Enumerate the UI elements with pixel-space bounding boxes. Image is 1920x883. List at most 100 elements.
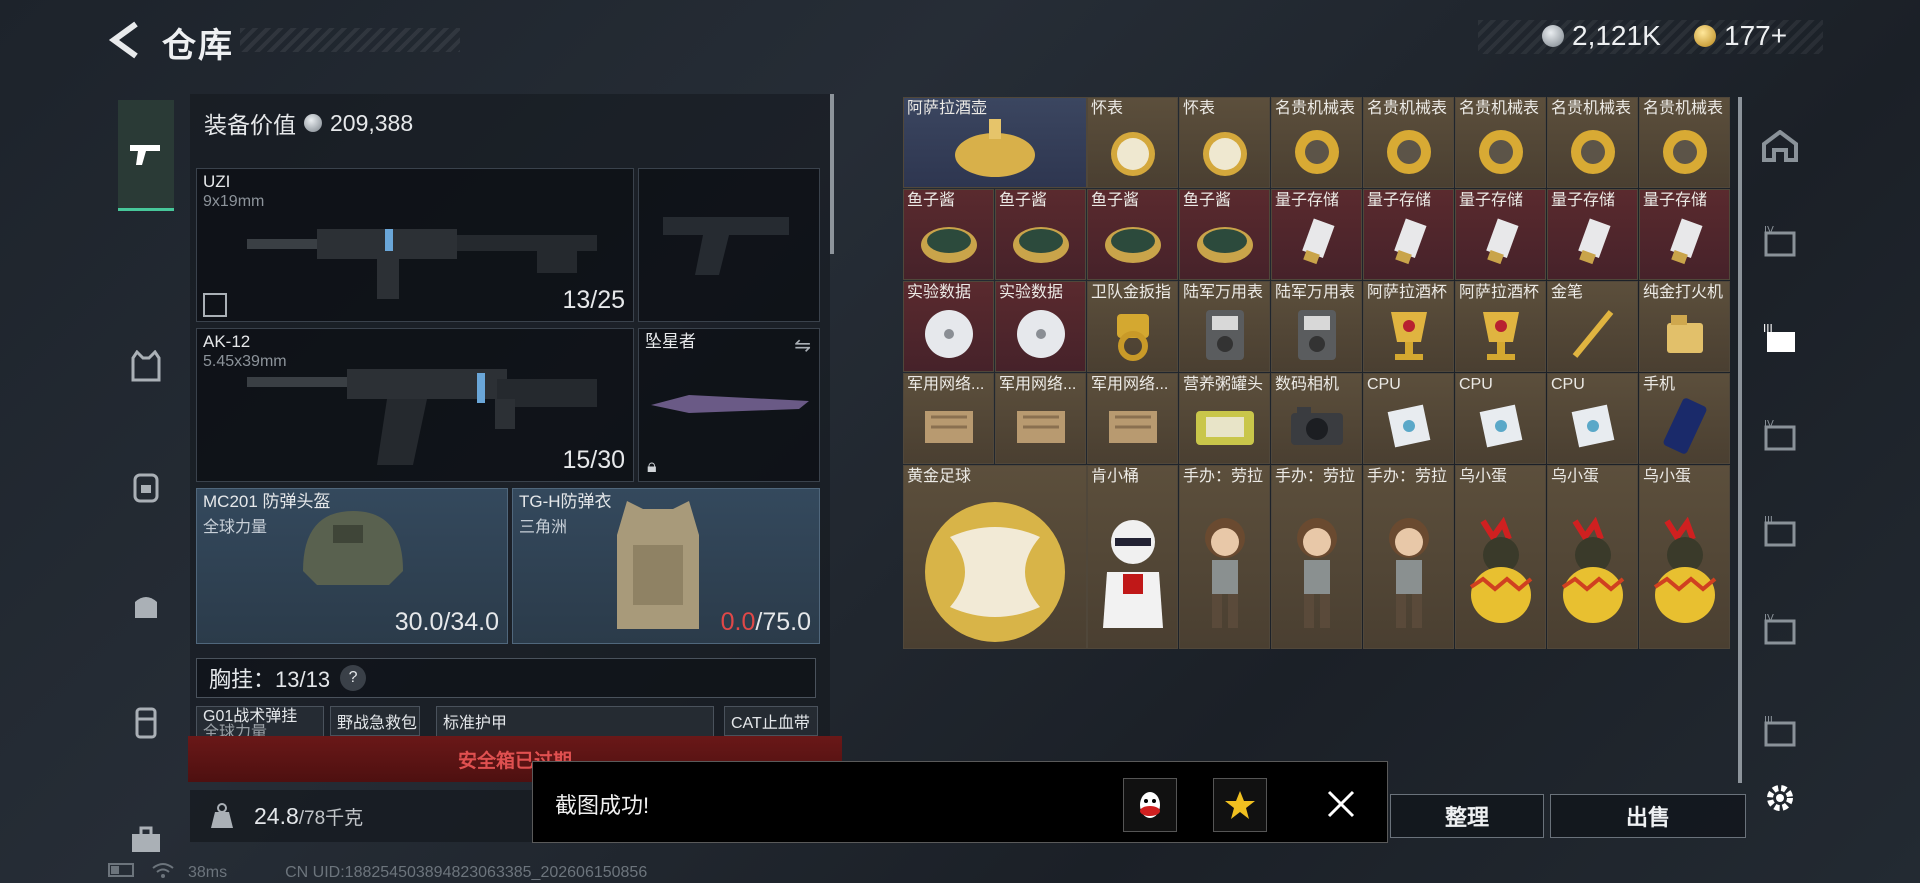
sort-button[interactable]: 整理 <box>1390 794 1544 838</box>
qq-share-button[interactable] <box>1123 778 1177 832</box>
stash-item[interactable]: 肯小桶 <box>1087 465 1178 649</box>
stash-item[interactable]: 鱼子酱 <box>903 189 994 280</box>
melee-slot[interactable]: 坠星者 ⇋ 🔒︎ <box>638 328 820 482</box>
stash-item[interactable]: 怀表 <box>1179 97 1270 188</box>
equipment-scrollbar[interactable] <box>830 94 834 254</box>
wifi-icon <box>152 862 174 883</box>
stash-item[interactable]: 数码相机 <box>1271 373 1362 464</box>
stash-item[interactable]: 量子存储 <box>1547 189 1638 280</box>
stash-home-icon[interactable] <box>1758 124 1802 168</box>
gold-amount: 177+ <box>1724 20 1788 51</box>
stash-item[interactable]: 卫队金扳指 <box>1087 281 1178 372</box>
stash-item[interactable]: 实验数据 <box>903 281 994 372</box>
mini-item-armor[interactable]: 标准护甲 <box>436 706 714 739</box>
helmet-slot[interactable]: MC201 防弹头盔 全球力量 30.0/34.0 <box>196 488 508 644</box>
storage-page-3c-icon[interactable]: III <box>1758 708 1802 752</box>
stash-item[interactable]: 陆军万用表 <box>1179 281 1270 372</box>
storage-page-3b-icon[interactable]: III <box>1758 508 1802 552</box>
sidearm-slot-empty[interactable] <box>638 168 820 322</box>
stash-item[interactable]: 量子存储 <box>1271 189 1362 280</box>
silver-currency[interactable]: 2,121K <box>1542 20 1661 52</box>
stash-item[interactable]: 手机 <box>1639 373 1730 464</box>
vest-slot[interactable]: TG-H防弹衣 三角洲 0.0/75.0 <box>512 488 820 644</box>
tab-backpack[interactable] <box>118 458 174 514</box>
equipment-value-amount: 209,388 <box>330 109 414 136</box>
stash-item[interactable]: 量子存储 <box>1363 189 1454 280</box>
ring-icon <box>1116 313 1149 361</box>
storage-page-3-icon[interactable]: III <box>1758 316 1802 360</box>
egg-figure-icon <box>1561 516 1624 623</box>
stash-item[interactable]: 军用网络... <box>995 373 1086 464</box>
pocket-watch-icon <box>1202 131 1247 176</box>
caviar-tin-icon <box>1196 226 1253 263</box>
stash-item[interactable]: 实验数据 <box>995 281 1086 372</box>
weight-value: 24.8/78千克 <box>254 802 364 829</box>
stash-item[interactable]: 金笔 <box>1547 281 1638 372</box>
stash-item[interactable]: 名贵机械表 <box>1639 97 1730 188</box>
stash-scrollbar[interactable] <box>1738 97 1742 783</box>
mini-item-tourniquet[interactable]: CAT止血带 <box>724 706 818 736</box>
usb-drive-icon <box>1485 218 1519 264</box>
stash-item[interactable]: 阿萨拉酒杯 <box>1363 281 1454 372</box>
close-icon[interactable] <box>1315 778 1367 830</box>
tab-armor[interactable] <box>118 338 174 394</box>
back-arrow-icon[interactable] <box>108 20 144 60</box>
stash-item[interactable]: 鱼子酱 <box>1179 189 1270 280</box>
stash-item[interactable]: 名贵机械表 <box>1547 97 1638 188</box>
uid-text: CN UID:18825450389482306338­5_2026061508… <box>285 863 648 881</box>
stash-item[interactable]: 量子存储 <box>1639 189 1730 280</box>
secondary-weapon-slot[interactable]: AK-12 5.45x39mm 15/30 <box>196 328 634 482</box>
page-title: 仓库 <box>162 27 234 65</box>
qzone-share-button[interactable] <box>1213 778 1267 832</box>
cpu-icon <box>1387 404 1430 447</box>
weapon-name: AK-12 <box>203 332 251 351</box>
stash-item[interactable]: 阿萨拉酒杯 <box>1455 281 1546 372</box>
storage-page-4c-icon[interactable]: IV <box>1758 606 1802 650</box>
usb-drive-icon <box>1669 218 1703 264</box>
stash-item[interactable]: 纯金打火机 <box>1639 281 1730 372</box>
gear-icon[interactable] <box>1758 776 1802 820</box>
stash-item[interactable]: 黄金足球 <box>903 465 1087 649</box>
stash-item[interactable]: 军用网络... <box>1087 373 1178 464</box>
storage-page-4b-icon[interactable]: IV <box>1758 412 1802 456</box>
storage-page-4-icon[interactable]: IV <box>1758 218 1802 262</box>
stash-item[interactable]: 陆军万用表 <box>1271 281 1362 372</box>
stash-item[interactable]: 怀表 <box>1087 97 1178 188</box>
svg-text:III: III <box>1763 322 1773 335</box>
stash-item[interactable]: 手办：劳拉 <box>1179 465 1270 649</box>
chest-rig-row[interactable]: 胸挂：13/13 ? <box>196 658 816 698</box>
tab-bag[interactable] <box>118 578 174 634</box>
stash-item[interactable]: 乌小蛋 <box>1639 465 1730 649</box>
stash-item[interactable]: 军用网络... <box>903 373 994 464</box>
stash-item[interactable]: CPU <box>1547 373 1638 464</box>
weapon-ammo-count: 13/25 <box>562 286 625 314</box>
tab-briefcase[interactable] <box>118 812 174 868</box>
sell-button[interactable]: 出售 <box>1550 794 1746 838</box>
help-icon[interactable]: ? <box>340 665 367 691</box>
gold-currency[interactable]: 177+ <box>1694 20 1787 52</box>
stash-item[interactable]: 名贵机械表 <box>1455 97 1546 188</box>
stash-item[interactable]: 阿萨拉酒壶 <box>903 97 1087 188</box>
stash-item[interactable]: 手办：劳拉 <box>1271 465 1362 649</box>
stash-item[interactable]: CPU <box>1363 373 1454 464</box>
stash-item[interactable]: 乌小蛋 <box>1547 465 1638 649</box>
weight-icon <box>190 802 254 830</box>
swap-icon[interactable]: ⇋ <box>794 333 811 358</box>
stash-item[interactable]: 鱼子酱 <box>1087 189 1178 280</box>
lock-icon: 🔒︎ <box>647 456 657 476</box>
stash-item[interactable]: 量子存储 <box>1455 189 1546 280</box>
mini-item-rig[interactable]: G01战术弹挂 全球力量 <box>196 706 324 739</box>
stash-item[interactable]: 乌小蛋 <box>1455 465 1546 649</box>
tab-weapons[interactable] <box>118 100 174 211</box>
caviar-tin-icon <box>920 226 977 263</box>
usb-drive-icon <box>1577 218 1611 264</box>
tab-container[interactable] <box>118 694 174 750</box>
stash-item[interactable]: 名贵机械表 <box>1271 97 1362 188</box>
stash-item[interactable]: CPU <box>1455 373 1546 464</box>
stash-item[interactable]: 名贵机械表 <box>1363 97 1454 188</box>
stash-item[interactable]: 鱼子酱 <box>995 189 1086 280</box>
stash-item[interactable]: 营养粥罐头 <box>1179 373 1270 464</box>
mini-item-firstaid[interactable]: 野战急救包 <box>330 706 420 736</box>
stash-item[interactable]: 手办：劳拉 <box>1363 465 1454 649</box>
primary-weapon-slot[interactable]: UZI 9x19mm 13/25 <box>196 168 634 322</box>
